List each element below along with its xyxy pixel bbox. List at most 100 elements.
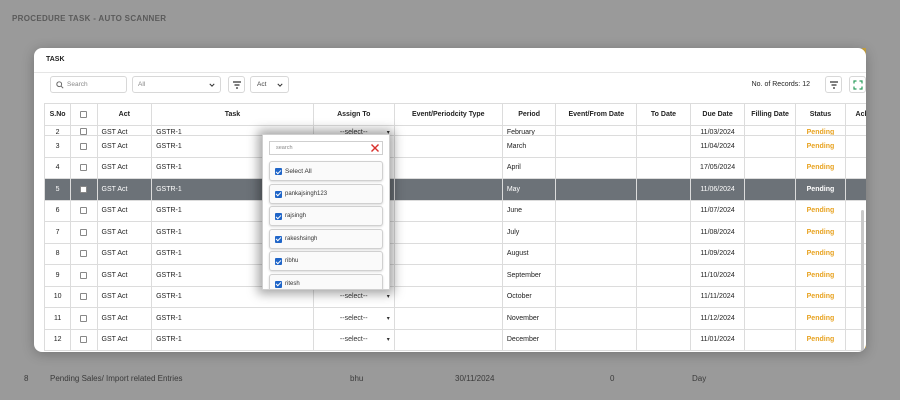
assignee-option[interactable]: rakeshsingh — [269, 228, 383, 249]
checkbox-checked-icon[interactable] — [275, 190, 282, 198]
assignee-option[interactable]: pankajsingh123 — [269, 183, 383, 204]
assign-select[interactable]: --select-- — [324, 315, 390, 322]
cell-checkbox[interactable] — [70, 199, 98, 222]
cell-due-date: 11/01/2024 — [689, 328, 746, 351]
row-checkbox[interactable] — [80, 185, 88, 193]
cell-status: Pending — [794, 242, 847, 265]
table-scrollbar[interactable] — [861, 210, 864, 352]
col-from-date[interactable]: Event/From Date — [555, 103, 638, 126]
table-row[interactable]: 10GST ActGSTR-1--select--October11/11/20… — [44, 285, 866, 308]
cell-assign-to[interactable]: --select-- — [312, 328, 395, 351]
col-to-date[interactable]: To Date — [636, 103, 691, 126]
row-checkbox[interactable] — [80, 250, 88, 258]
col-assign-to[interactable]: Assign To — [312, 103, 395, 126]
select-all-option[interactable]: Select All — [269, 161, 383, 181]
cell-sno: 9 — [44, 264, 72, 287]
cell-sno: 3 — [44, 135, 72, 158]
row-checkbox[interactable] — [80, 207, 88, 215]
cell-status: Pending — [794, 199, 847, 222]
row-checkbox[interactable] — [80, 228, 88, 236]
table-row[interactable]: 9 GST Act GSTR-1 September 11/10/2024 Pending — [44, 264, 866, 287]
col-sno[interactable]: S.No — [44, 103, 72, 126]
table-row[interactable]: 2GST ActGSTR-1--select--February11/03/20… — [44, 125, 866, 136]
assignee-option[interactable]: ribhu — [269, 251, 383, 271]
close-icon[interactable] — [370, 143, 380, 153]
bg-row-assign: bhu — [350, 374, 364, 383]
col-act[interactable]: Act — [96, 103, 153, 126]
modal-title: TASK — [46, 56, 65, 63]
fullscreen-button[interactable] — [849, 76, 866, 93]
cell-from-date — [555, 221, 638, 244]
bg-row-task: Pending Sales/ Import related Entries — [50, 374, 183, 383]
table-row[interactable]: 4 GST Act GSTR-1 April 17/05/2024 Pending — [44, 156, 866, 179]
table-row[interactable]: 11 GST ActGSTR-1 --select-- November 11/12/2… — [44, 307, 866, 330]
table-row[interactable]: 3 GST Act GSTR-1 March 11/04/2024 Pending — [44, 135, 866, 158]
cell-checkbox[interactable] — [70, 328, 98, 351]
cell-assign-to[interactable]: --select-- — [312, 307, 395, 330]
col-select-all[interactable] — [70, 103, 98, 126]
assign-select[interactable]: --select-- — [324, 336, 390, 343]
row-checkbox[interactable] — [80, 142, 88, 150]
cell-ack-file[interactable] — [845, 125, 866, 136]
cell-filling-date — [744, 264, 796, 287]
checkbox-checked-icon[interactable] — [275, 235, 282, 243]
col-task[interactable]: Task — [151, 103, 314, 126]
checkbox-checked-icon[interactable] — [275, 280, 282, 288]
cell-ack-file[interactable] — [845, 135, 866, 158]
row-checkbox[interactable] — [80, 271, 88, 279]
cell-status: Pending — [794, 221, 847, 244]
cell-checkbox[interactable] — [70, 242, 98, 265]
row-checkbox[interactable] — [80, 314, 88, 322]
cell-to-date — [636, 307, 691, 330]
cell-due-date: 11/04/2024 — [689, 135, 746, 158]
assignee-option[interactable]: ritesh — [269, 273, 383, 289]
cell-event-type — [393, 135, 503, 158]
cell-checkbox[interactable] — [70, 285, 98, 308]
task-table-container[interactable]: S.No Act Task Assign To Event/Periodcity… — [44, 103, 866, 352]
filter-toggle-button[interactable] — [825, 76, 842, 93]
cell-checkbox[interactable] — [70, 307, 98, 330]
cell-ack-file[interactable] — [845, 156, 866, 179]
cell-checkbox[interactable] — [70, 135, 98, 158]
bg-row-ack: 0 — [610, 374, 615, 383]
table-row[interactable]: 5 GST Act GSTR-1 May 11/06/2024 Pending — [44, 178, 866, 201]
checkbox-checked-icon[interactable] — [275, 168, 282, 175]
cell-checkbox[interactable] — [70, 125, 98, 136]
row-checkbox[interactable] — [80, 164, 88, 172]
col-status[interactable]: Status — [794, 103, 847, 126]
col-ack-file[interactable]: Ack File Up — [845, 103, 866, 126]
assign-select[interactable]: --select-- — [324, 293, 390, 300]
table-row[interactable]: 6 GST Act GSTR-1 June 11/07/2024 Pending — [44, 199, 866, 222]
cell-checkbox[interactable] — [70, 178, 98, 201]
col-event-type[interactable]: Event/Periodcity Type — [393, 103, 503, 126]
cell-sno: 10 — [44, 285, 72, 308]
cell-checkbox[interactable] — [70, 221, 98, 244]
cell-ack-file[interactable] — [845, 178, 866, 201]
cell-event-type — [393, 221, 503, 244]
cell-due-date: 11/12/2024 — [689, 307, 746, 330]
row-checkbox[interactable] — [80, 128, 88, 135]
cell-to-date — [636, 264, 691, 287]
filter-icon — [830, 81, 838, 89]
table-row[interactable]: 12 GST ActGSTR-1 --select-- December 11/01/2… — [44, 328, 866, 351]
filter-button[interactable] — [228, 76, 245, 93]
row-checkbox[interactable] — [80, 293, 88, 301]
assignee-option[interactable]: rajsingh — [269, 206, 383, 226]
col-due-date[interactable]: Due Date — [689, 103, 746, 126]
checkbox-checked-icon[interactable] — [275, 258, 282, 265]
cell-checkbox[interactable] — [70, 264, 98, 287]
cell-checkbox[interactable] — [70, 156, 98, 179]
filter-all-select[interactable]: All — [132, 76, 221, 93]
col-period[interactable]: Period — [501, 103, 557, 126]
assignee-search-input[interactable]: search — [269, 141, 383, 155]
col-filling-date[interactable]: Filling Date — [744, 103, 796, 126]
search-input[interactable]: Search — [50, 76, 127, 93]
act-select[interactable]: Act — [250, 76, 289, 93]
select-all-checkbox[interactable] — [80, 110, 88, 118]
table-row[interactable]: 7 GST Act GSTR-1 July 11/08/2024 Pending — [44, 221, 866, 244]
checkbox-checked-icon[interactable] — [275, 213, 282, 220]
cell-event-type — [393, 199, 503, 222]
cell-act: GST Act — [96, 221, 153, 244]
row-checkbox[interactable] — [80, 336, 88, 344]
table-row[interactable]: 8 GST Act GSTR-1 August 11/09/2024 Pending — [44, 242, 866, 265]
